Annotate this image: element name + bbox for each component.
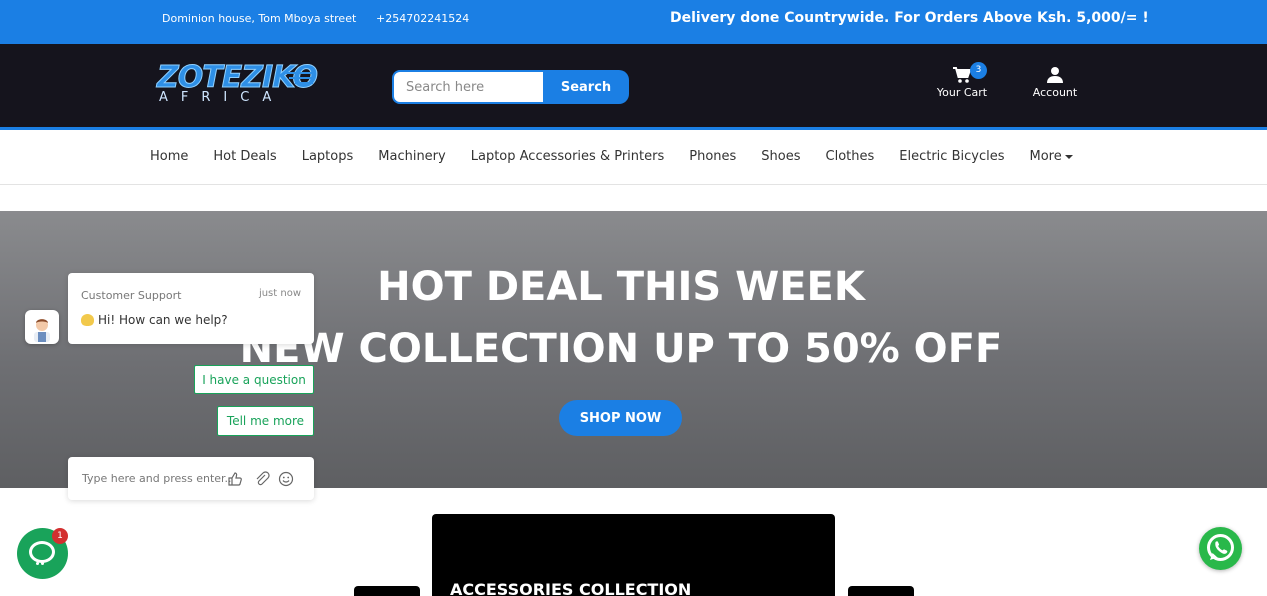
logo-speed-lines-icon — [283, 72, 317, 87]
whatsapp-icon — [1207, 534, 1234, 561]
nav-item-hot-deals[interactable]: Hot Deals — [200, 149, 288, 164]
waving-hand-icon — [81, 314, 94, 326]
nav-item-clothes[interactable]: Clothes — [813, 149, 887, 164]
nav-item-shoes[interactable]: Shoes — [748, 149, 812, 164]
search-button[interactable]: Search — [543, 70, 629, 104]
whatsapp-button[interactable] — [1199, 527, 1242, 570]
chat-input-placeholder: Type here and press enter.. — [82, 472, 232, 485]
quick-reply-question[interactable]: I have a question — [194, 365, 314, 394]
site-header: ZOTEZIKO AFRICA Search 3 Your Cart Accou… — [0, 44, 1267, 130]
chat-launcher-button[interactable]: 1 — [17, 528, 68, 584]
store-phone[interactable]: +254702241524 — [376, 12, 469, 25]
chat-input-box[interactable]: Type here and press enter.. — [68, 457, 314, 500]
chat-agent-name: Customer Support — [81, 289, 182, 302]
collection-title: ACCESSORIES COLLECTION — [450, 580, 692, 596]
cart-icon — [953, 67, 972, 83]
typing-dots-icon — [36, 550, 50, 584]
paperclip-icon[interactable] — [254, 471, 270, 487]
store-address: Dominion house, Tom Mboya street — [162, 12, 357, 25]
collection-card-left[interactable] — [354, 586, 420, 596]
chat-timestamp: just now — [258, 288, 301, 299]
delivery-announcement: Delivery done Countrywide. For Orders Ab… — [670, 10, 1149, 26]
account-button[interactable]: Account — [1026, 66, 1084, 99]
nav-item-more[interactable]: More — [1016, 149, 1084, 164]
nav-item-home[interactable]: Home — [137, 149, 200, 164]
logo-subtitle: AFRICA — [159, 90, 285, 105]
hero-banner: HOT DEAL THIS WEEK NEW COLLECTION UP TO … — [0, 211, 1267, 488]
support-agent-avatar — [25, 310, 59, 344]
nav-item-machinery[interactable]: Machinery — [365, 149, 457, 164]
thumbs-up-icon[interactable] — [227, 471, 243, 487]
user-icon — [1047, 67, 1063, 83]
quick-reply-tell-more[interactable]: Tell me more — [217, 406, 314, 436]
nav-item-laptop-accessories[interactable]: Laptop Accessories & Printers — [458, 149, 677, 164]
cart-button[interactable]: 3 Your Cart — [932, 62, 992, 99]
nav-more-label: More — [1029, 149, 1062, 164]
account-label: Account — [1032, 86, 1078, 99]
cart-label: Your Cart — [936, 86, 988, 99]
chat-message-text: Hi! How can we help? — [98, 313, 228, 327]
cart-count-badge: 3 — [970, 62, 987, 79]
agent-avatar-icon — [34, 319, 50, 342]
shop-now-button[interactable]: SHOP NOW — [559, 400, 682, 436]
caret-down-icon — [1064, 154, 1073, 159]
chat-greeting-bubble: Customer Support just now Hi! How can we… — [68, 273, 314, 344]
nav-item-phones[interactable]: Phones — [676, 149, 748, 164]
main-nav: Home Hot Deals Laptops Machinery Laptop … — [0, 130, 1267, 185]
search-bar: Search — [392, 70, 629, 104]
chat-message: Hi! How can we help? — [81, 313, 228, 327]
collection-card-right[interactable] — [848, 586, 914, 596]
accessories-collection-card[interactable]: ACCESSORIES COLLECTION — [432, 514, 835, 596]
site-logo[interactable]: ZOTEZIKO AFRICA — [157, 60, 322, 110]
top-info-bar: Dominion house, Tom Mboya street +254702… — [0, 0, 1267, 44]
nav-item-electric-bicycles[interactable]: Electric Bicycles — [886, 149, 1016, 164]
emoji-icon[interactable] — [278, 471, 294, 487]
search-input[interactable] — [392, 70, 544, 104]
nav-item-laptops[interactable]: Laptops — [289, 149, 366, 164]
chat-unread-badge: 1 — [52, 528, 68, 544]
